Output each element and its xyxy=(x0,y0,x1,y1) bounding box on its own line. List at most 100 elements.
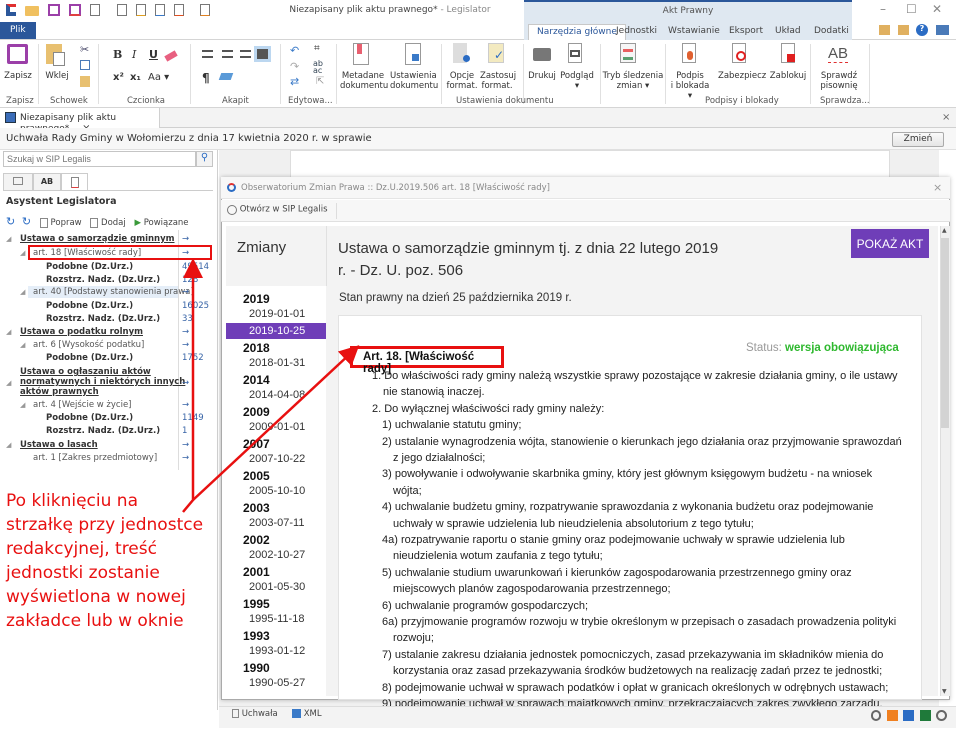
subscript-icon[interactable]: x₁ xyxy=(130,72,141,83)
preview-button[interactable]: Podgląd ▾ xyxy=(560,71,594,91)
apply-format-icon[interactable]: ✓ xyxy=(488,43,504,63)
tree-sub-label[interactable]: Podobne (Dz.Urz.) xyxy=(46,262,133,272)
align-center-icon[interactable] xyxy=(222,50,233,58)
save-large-icon[interactable] xyxy=(7,44,28,64)
tree-count[interactable]: 128 xyxy=(182,275,198,285)
close-window-button[interactable]: ✕ xyxy=(932,2,942,16)
print-button[interactable]: Drukuj xyxy=(526,71,558,81)
tab-eksport[interactable]: Eksport xyxy=(729,24,763,40)
metadata-button[interactable]: Metadane dokumentu xyxy=(340,71,388,91)
document-edit-icon[interactable] xyxy=(155,4,166,16)
format-options-button[interactable]: Opcje format. xyxy=(446,71,478,91)
timeline-date[interactable]: 2019-01-01 xyxy=(226,306,326,322)
tab-narzedzia-glowne[interactable]: Narzędzia główne xyxy=(528,24,626,41)
tree-law-label[interactable]: Ustawa o samorządzie gminnym xyxy=(20,234,175,244)
track-changes-button[interactable]: Tryb śledzenia zmian ▾ xyxy=(602,71,664,91)
preview-icon[interactable] xyxy=(568,43,582,63)
tab-wstawianie[interactable]: Wstawianie xyxy=(668,24,720,40)
expand-icon[interactable]: ◢ xyxy=(20,400,25,410)
open-arrow-icon[interactable]: → xyxy=(182,287,189,297)
format-options-icon[interactable] xyxy=(453,43,470,63)
track-changes-icon[interactable] xyxy=(620,43,636,63)
scroll-down-icon[interactable]: ▼ xyxy=(942,688,947,695)
tree-count[interactable]: 1752 xyxy=(182,353,204,363)
timeline-date[interactable]: 2003-07-11 xyxy=(226,515,326,531)
metadata-icon[interactable] xyxy=(353,43,369,65)
help-icon[interactable]: ? xyxy=(916,24,928,36)
tree-sub-label[interactable]: Podobne (Dz.Urz.) xyxy=(46,301,133,311)
tab-uklad[interactable]: Układ xyxy=(775,24,801,40)
timeline-date[interactable]: 1995-11-18 xyxy=(226,611,326,627)
close-panel-icon[interactable]: × xyxy=(942,112,950,123)
open-arrow-icon[interactable]: → xyxy=(182,440,189,450)
tree-count[interactable]: 33 xyxy=(182,314,193,324)
expand-icon[interactable]: ◢ xyxy=(6,327,11,337)
tree-count[interactable]: 1149 xyxy=(182,413,204,423)
save-close-icon[interactable] xyxy=(68,4,81,16)
timeline-date[interactable]: 1993-01-12 xyxy=(226,643,326,659)
export-doc-icon[interactable] xyxy=(887,710,898,721)
replace-icon[interactable]: ⇄ xyxy=(290,75,299,88)
undo-icon[interactable]: ↶ xyxy=(290,44,299,57)
expand-icon[interactable]: ◢ xyxy=(20,287,25,297)
italic-icon[interactable]: I xyxy=(132,48,136,61)
tree-count[interactable]: 16025 xyxy=(182,301,209,311)
document-settings-icon[interactable] xyxy=(199,4,210,16)
word-icon[interactable] xyxy=(903,710,914,721)
timeline-date[interactable]: 2009-01-01 xyxy=(226,419,326,435)
left-tab-assistant[interactable] xyxy=(61,173,88,191)
settings-status-icon[interactable] xyxy=(936,710,947,721)
open-arrow-icon[interactable]: → xyxy=(182,234,189,244)
maximize-button[interactable]: ☐ xyxy=(906,2,917,16)
search-button[interactable]: ⚲ xyxy=(196,151,213,167)
refresh-all-icon[interactable]: ↻ xyxy=(22,215,31,228)
underline-icon[interactable]: U xyxy=(149,48,158,61)
lock-icon[interactable] xyxy=(781,43,795,63)
tree-law-label[interactable]: Ustawa o lasach xyxy=(20,440,98,450)
align-left-icon[interactable] xyxy=(202,50,213,58)
related-button[interactable]: ▶ Powiązane xyxy=(134,218,188,228)
show-act-button[interactable]: POKAŻ AKT xyxy=(851,229,929,258)
protect-icon[interactable] xyxy=(732,43,746,63)
bottom-tab-xml[interactable]: XML xyxy=(292,709,322,719)
account-icon[interactable] xyxy=(936,25,949,35)
fix-button[interactable]: Popraw xyxy=(39,217,82,228)
tree-art-label[interactable]: art. 4 [Wejście w życie] xyxy=(33,400,132,410)
timeline-date[interactable]: 2007-10-22 xyxy=(226,451,326,467)
timeline-date[interactable]: 1990-05-27 xyxy=(226,675,326,691)
tree-sub-label[interactable]: Rozstrz. Nadz. (Dz.Urz.) xyxy=(46,314,160,324)
expand-icon[interactable]: ◢ xyxy=(20,248,25,258)
document-star-icon[interactable] xyxy=(136,4,147,16)
tree-row[interactable]: ◢ art. 40 [Podstawy stanowienia prawa] → xyxy=(0,286,218,298)
document-tab[interactable]: Niezapisany plik aktu prawnego* × xyxy=(0,108,160,134)
document-find-icon[interactable] xyxy=(117,4,128,16)
tree-art-label[interactable]: art. 1 [Zakres przedmiotowy] xyxy=(33,453,157,463)
expand-icon[interactable]: ◢ xyxy=(6,378,11,388)
open-arrow-icon[interactable]: → xyxy=(182,400,189,410)
paragraph-marks-icon[interactable]: ¶ xyxy=(202,71,210,85)
scrollbar-thumb[interactable] xyxy=(941,238,949,428)
copy-icon[interactable] xyxy=(80,60,90,70)
timeline-date[interactable]: 2001-05-30 xyxy=(226,579,326,595)
superscript-icon[interactable]: x² xyxy=(113,72,124,83)
paste-button[interactable]: Wklej xyxy=(42,71,72,81)
expand-icon[interactable]: ◢ xyxy=(6,234,11,244)
expand-icon[interactable]: ◢ xyxy=(20,340,25,350)
tree-count[interactable]: 49514 xyxy=(182,262,209,272)
spellcheck-icon[interactable]: AB xyxy=(828,45,849,63)
apply-format-button[interactable]: Zastosuj format. xyxy=(480,71,516,91)
doc-settings-icon[interactable] xyxy=(405,43,421,65)
tab-dodatki[interactable]: Dodatki xyxy=(814,24,849,40)
tree-law-label[interactable]: Ustawa o podatku rolnym xyxy=(20,327,143,337)
timeline-date[interactable]: 2019-10-25 xyxy=(226,323,326,339)
cut-icon[interactable]: ✂ xyxy=(80,43,89,56)
left-tab-structure[interactable] xyxy=(3,173,33,190)
open-arrow-icon[interactable]: → xyxy=(182,453,189,463)
file-tab[interactable]: Plik xyxy=(0,22,36,39)
tree-art-label[interactable]: art. 40 [Podstawy stanowienia prawa] xyxy=(33,287,194,297)
tree-sub-label[interactable]: Podobne (Dz.Urz.) xyxy=(46,413,133,423)
format-painter-icon[interactable] xyxy=(80,76,90,87)
left-tab-spelling[interactable]: AB xyxy=(33,173,61,190)
open-arrow-icon[interactable]: → xyxy=(182,340,189,350)
add-button[interactable]: Dodaj xyxy=(90,217,126,228)
